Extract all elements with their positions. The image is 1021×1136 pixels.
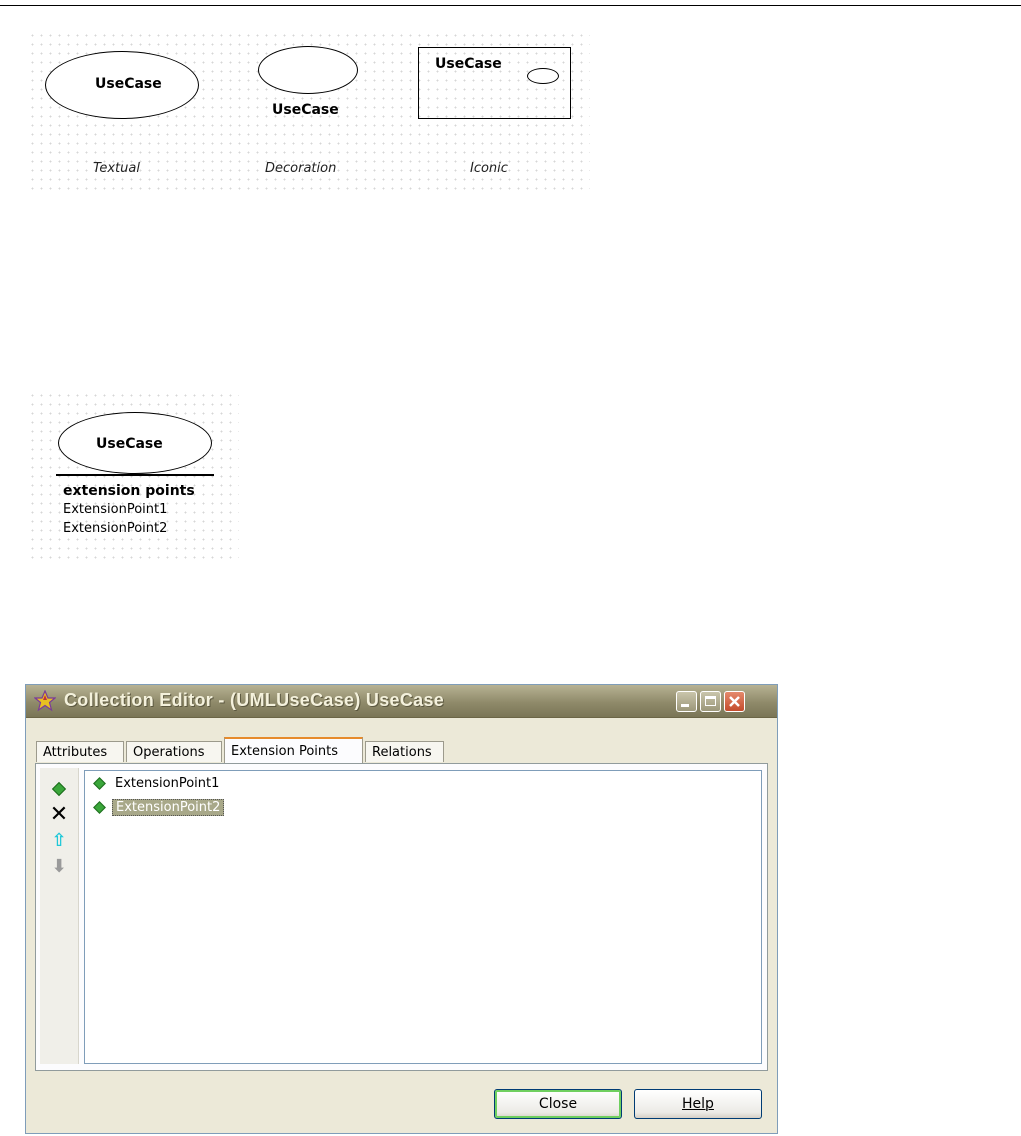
extension-point-icon bbox=[93, 776, 106, 790]
maximize-icon bbox=[705, 696, 716, 706]
add-icon[interactable] bbox=[48, 778, 70, 800]
tab-operations[interactable]: Operations bbox=[126, 741, 222, 762]
help-button[interactable]: Help bbox=[634, 1089, 762, 1119]
notation-figure: UseCase Textual UseCase Decoration UseCa… bbox=[25, 28, 590, 196]
close-icon bbox=[729, 696, 740, 707]
caption-iconic: Iconic bbox=[470, 161, 508, 176]
usecase-iconic-name: UseCase bbox=[435, 56, 502, 72]
usecase-icon bbox=[527, 68, 559, 84]
list-item-label: ExtensionPoint1 bbox=[115, 775, 220, 791]
tab-panel: ✕ ⇧ ⬇ ExtensionPoint1 ExtensionPoint2 bbox=[35, 763, 768, 1071]
move-up-icon[interactable]: ⇧ bbox=[48, 830, 70, 852]
close-button[interactable]: Close bbox=[494, 1089, 622, 1119]
tab-relations[interactable]: Relations bbox=[365, 741, 444, 762]
delete-icon[interactable]: ✕ bbox=[48, 804, 70, 826]
close-window-button[interactable] bbox=[724, 691, 745, 712]
tab-extension-points[interactable]: Extension Points bbox=[224, 737, 363, 763]
minimize-button[interactable] bbox=[676, 691, 697, 712]
dialog-title: Collection Editor - (UMLUseCase) UseCase bbox=[64, 690, 445, 710]
usecase-name: UseCase bbox=[96, 436, 163, 452]
title-bar[interactable]: Collection Editor - (UMLUseCase) UseCase bbox=[26, 685, 777, 718]
caption-decoration: Decoration bbox=[265, 161, 337, 176]
usecase-textual-name: UseCase bbox=[95, 76, 162, 92]
extension-points-list[interactable]: ExtensionPoint1 ExtensionPoint2 bbox=[84, 770, 762, 1064]
move-down-icon[interactable]: ⬇ bbox=[48, 856, 70, 878]
toolbar: ✕ ⇧ ⬇ bbox=[40, 768, 79, 1064]
collection-editor-dialog: Collection Editor - (UMLUseCase) UseCase… bbox=[25, 684, 778, 1134]
extension-points-figure: UseCase extension points ExtensionPoint1… bbox=[25, 388, 239, 560]
usecase-decoration-name: UseCase bbox=[272, 102, 339, 118]
help-label: Help bbox=[682, 1096, 714, 1112]
minimize-icon bbox=[681, 704, 689, 707]
extension-point-item: ExtensionPoint1 bbox=[63, 502, 168, 517]
list-item[interactable]: ExtensionPoint1 bbox=[93, 773, 222, 793]
usecase-decoration-ellipse bbox=[258, 46, 358, 94]
extension-point-item: ExtensionPoint2 bbox=[63, 521, 168, 536]
list-item-label: ExtensionPoint2 bbox=[112, 798, 225, 816]
maximize-button[interactable] bbox=[700, 691, 721, 712]
tab-attributes[interactable]: Attributes bbox=[36, 741, 124, 762]
caption-textual: Textual bbox=[93, 161, 140, 176]
compartment-divider bbox=[56, 474, 214, 476]
top-rule bbox=[0, 0, 1021, 6]
list-item-selected[interactable]: ExtensionPoint2 bbox=[93, 797, 225, 817]
extension-point-icon bbox=[93, 800, 106, 814]
star-app-icon bbox=[34, 690, 56, 712]
compartment-title: extension points bbox=[63, 483, 195, 499]
